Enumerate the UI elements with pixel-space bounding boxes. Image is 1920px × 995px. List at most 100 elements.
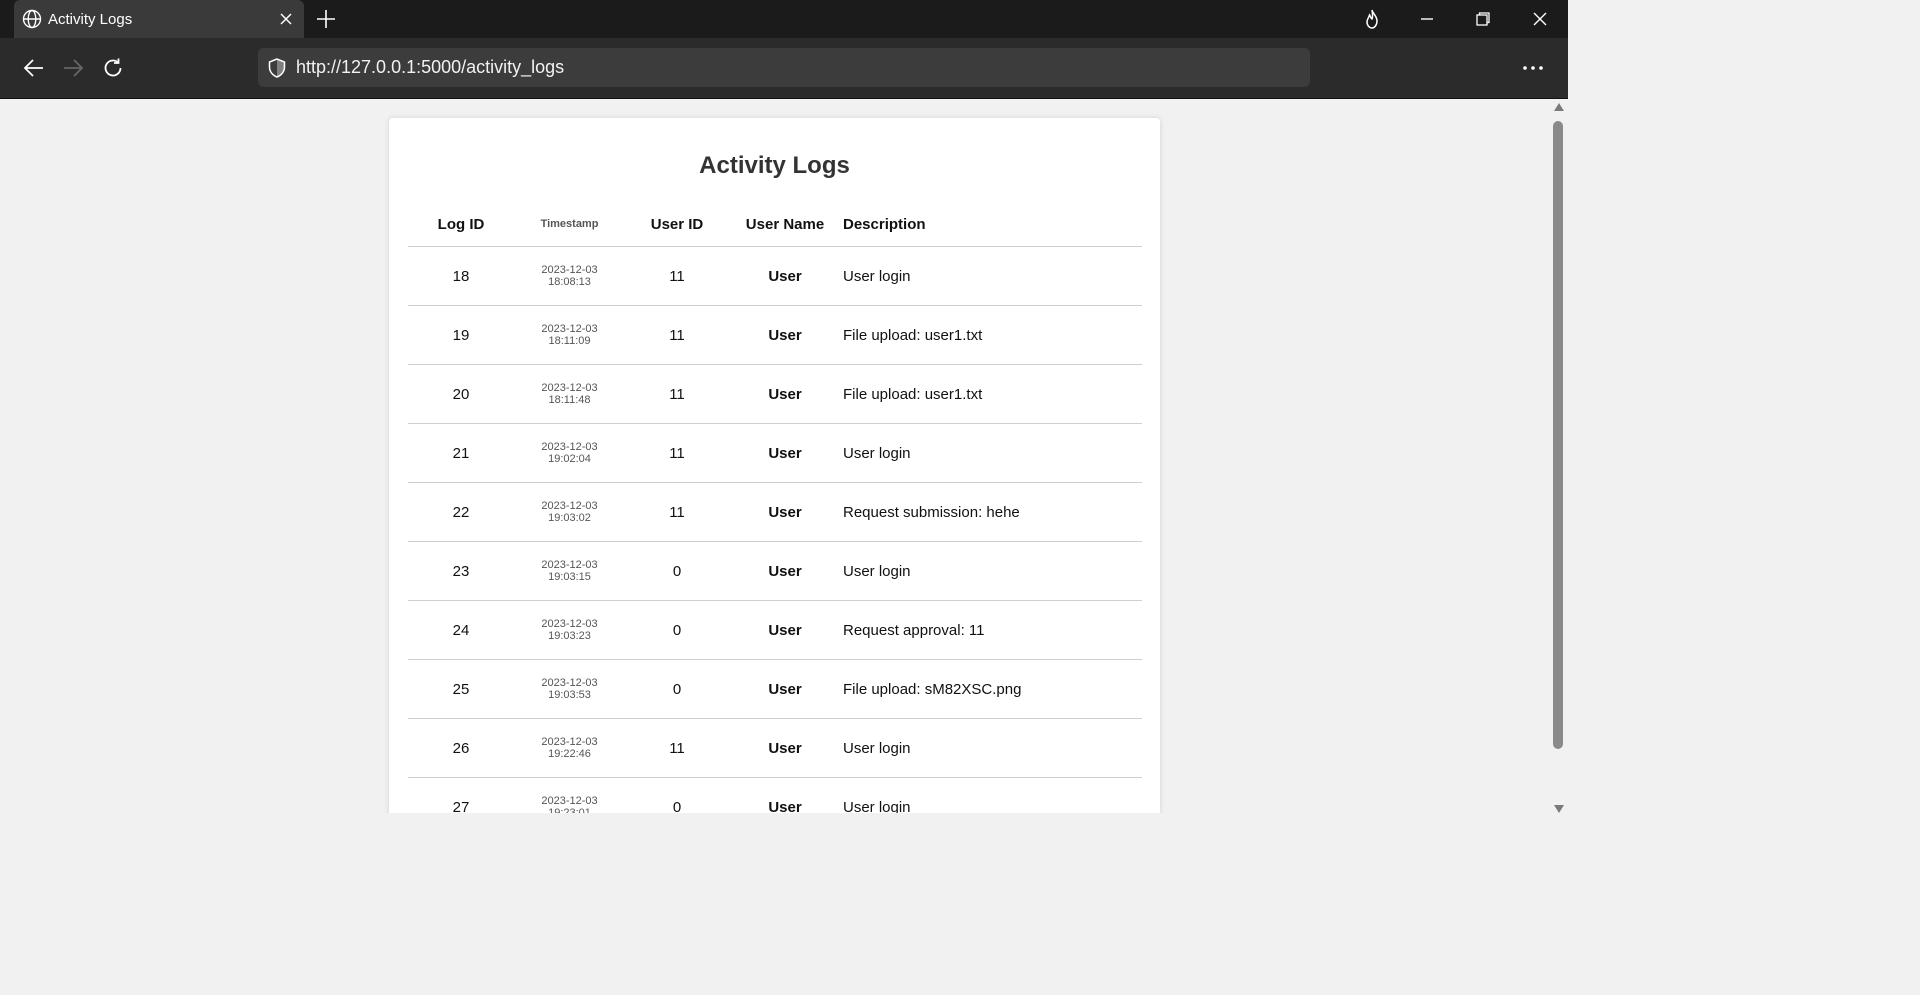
cell-timestamp: 2023-12-03 19:22:46	[514, 718, 625, 778]
vertical-scrollbar[interactable]	[1551, 99, 1568, 813]
timestamp-date: 2023-12-03	[541, 500, 598, 512]
cell-description: User login	[841, 541, 1142, 601]
timestamp-date: 2023-12-03	[541, 618, 598, 630]
browser-tab[interactable]: Activity Logs	[14, 0, 304, 38]
url-text: http://127.0.0.1:5000/activity_logs	[296, 57, 565, 77]
column-header-log-id: Log ID	[408, 202, 514, 247]
close-tab-icon[interactable]	[274, 7, 298, 31]
table-row: 20 2023-12-03 18:11:48 11 User File upload: u…	[408, 364, 1142, 424]
browser-toolbar: http://127.0.0.1:5000/activity_logs	[0, 38, 1568, 99]
cell-user-id: 0	[625, 777, 729, 813]
timestamp-time: 18:11:48	[548, 394, 591, 406]
cell-user-id: 11	[625, 718, 729, 778]
cell-user-id: 11	[625, 246, 729, 306]
column-header-user-name: User Name	[729, 202, 841, 247]
cell-user-name: User	[729, 305, 841, 365]
scroll-down-arrow-icon[interactable]	[1554, 805, 1564, 813]
cell-description: Request approval: 11	[841, 600, 1142, 660]
table-row: 25 2023-12-03 19:03:53 0 User File upload: sM…	[408, 659, 1142, 719]
cell-user-name: User	[729, 246, 841, 306]
table-header-row: Log ID Timestamp User ID User Name Descr…	[408, 202, 1142, 247]
cell-timestamp: 2023-12-03 19:02:04	[514, 423, 625, 483]
cell-timestamp: 2023-12-03 19:03:02	[514, 482, 625, 542]
cell-description: User login	[841, 423, 1142, 483]
cell-user-id: 0	[625, 600, 729, 660]
cell-log-id: 20	[408, 364, 514, 424]
column-header-user-id: User ID	[625, 202, 729, 247]
cell-user-id: 11	[625, 423, 729, 483]
cell-user-id: 11	[625, 305, 729, 365]
table-row: 24 2023-12-03 19:03:23 0 User Request approva…	[408, 600, 1142, 660]
restore-icon[interactable]	[1471, 7, 1495, 31]
cell-log-id: 23	[408, 541, 514, 601]
new-tab-icon[interactable]	[314, 7, 338, 31]
cell-user-name: User	[729, 423, 841, 483]
shield-icon	[268, 57, 286, 78]
cell-log-id: 24	[408, 600, 514, 660]
minimize-icon[interactable]	[1415, 7, 1439, 31]
table-row: 23 2023-12-03 19:03:15 0 User User login	[408, 541, 1142, 601]
cell-log-id: 25	[408, 659, 514, 719]
timestamp-time: 19:03:23	[548, 630, 591, 642]
timestamp-date: 2023-12-03	[541, 382, 598, 394]
cell-timestamp: 2023-12-03 18:11:48	[514, 364, 625, 424]
cell-user-id: 11	[625, 364, 729, 424]
cell-user-name: User	[729, 659, 841, 719]
more-menu-icon[interactable]	[1518, 55, 1548, 81]
cell-log-id: 22	[408, 482, 514, 542]
cell-log-id: 26	[408, 718, 514, 778]
timestamp-date: 2023-12-03	[541, 677, 598, 689]
back-arrow-icon[interactable]	[21, 55, 47, 81]
table-row: 22 2023-12-03 19:03:02 11 User Request submis…	[408, 482, 1142, 542]
timestamp-time: 19:03:15	[548, 571, 591, 583]
cell-user-id: 0	[625, 541, 729, 601]
close-window-icon[interactable]	[1528, 7, 1552, 31]
timestamp-time: 18:08:13	[548, 276, 591, 288]
cell-log-id: 18	[408, 246, 514, 306]
flame-icon[interactable]	[1360, 7, 1384, 31]
timestamp-date: 2023-12-03	[541, 441, 598, 453]
table-row: 26 2023-12-03 19:22:46 11 User User login	[408, 718, 1142, 778]
timestamp-date: 2023-12-03	[541, 795, 598, 807]
scroll-up-arrow-icon[interactable]	[1554, 103, 1564, 111]
timestamp-time: 19:22:46	[548, 748, 591, 760]
cell-timestamp: 2023-12-03 19:03:15	[514, 541, 625, 601]
timestamp-date: 2023-12-03	[541, 323, 598, 335]
cell-log-id: 27	[408, 777, 514, 813]
cell-user-id: 11	[625, 482, 729, 542]
timestamp-time: 19:02:04	[548, 453, 591, 465]
cell-timestamp: 2023-12-03 18:11:09	[514, 305, 625, 365]
timestamp-time: 19:23:01	[548, 807, 591, 813]
globe-icon	[22, 9, 42, 29]
timestamp-time: 19:03:53	[548, 689, 591, 701]
cell-user-name: User	[729, 718, 841, 778]
scroll-thumb[interactable]	[1553, 121, 1563, 749]
column-header-description: Description	[841, 202, 1142, 247]
activity-logs-table: Log ID Timestamp User ID User Name Descr…	[408, 202, 1142, 813]
cell-log-id: 21	[408, 423, 514, 483]
cell-description: File upload: sM82XSC.png	[841, 659, 1142, 719]
page-title: Activity Logs	[699, 152, 850, 179]
table-row: 19 2023-12-03 18:11:09 11 User File upload: u…	[408, 305, 1142, 365]
logs-card: Activity Logs Log ID Timestamp User ID U…	[389, 118, 1160, 813]
cell-timestamp: 2023-12-03 19:23:01	[514, 777, 625, 813]
timestamp-time: 19:03:02	[548, 512, 591, 524]
table-row: 21 2023-12-03 19:02:04 11 User User login	[408, 423, 1142, 483]
cell-description: Request submission: hehe	[841, 482, 1142, 542]
cell-description: User login	[841, 246, 1142, 306]
cell-user-name: User	[729, 541, 841, 601]
column-header-timestamp: Timestamp	[514, 202, 625, 247]
forward-arrow-icon[interactable]	[60, 55, 86, 81]
title-bar: Activity Logs	[0, 0, 1568, 38]
timestamp-date: 2023-12-03	[541, 736, 598, 748]
cell-user-name: User	[729, 600, 841, 660]
table-row: 18 2023-12-03 18:08:13 11 User User login	[408, 246, 1142, 306]
cell-user-name: User	[729, 482, 841, 542]
reload-icon[interactable]	[100, 55, 126, 81]
cell-description: User login	[841, 718, 1142, 778]
cell-user-name: User	[729, 777, 841, 813]
address-bar[interactable]: http://127.0.0.1:5000/activity_logs	[258, 48, 1310, 87]
table-row: 27 2023-12-03 19:23:01 0 User User login	[408, 777, 1142, 813]
cell-timestamp: 2023-12-03 19:03:53	[514, 659, 625, 719]
cell-log-id: 19	[408, 305, 514, 365]
